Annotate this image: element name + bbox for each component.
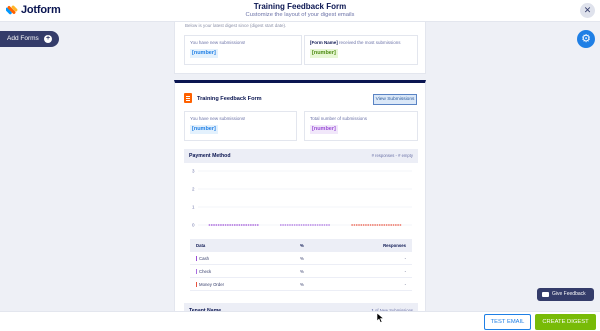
payment-method-header: Payment Method # responses - # empty [184,149,418,163]
form-title: Training Feedback Form [197,96,262,102]
chat-icon [542,292,549,297]
row-label: Cash [199,256,210,261]
digest-note: Below is your latest digest since (diges… [185,23,287,28]
column-data: Data [196,243,206,248]
row-label: Money Order [199,282,225,287]
form-name-token: [Form Name] [310,40,338,45]
payment-method-title: Payment Method [189,153,231,159]
most-submissions-label: [Form Name] received the most submission… [310,40,401,45]
row-responses: - [404,256,406,261]
number-chip: [number] [310,125,338,134]
number-chip: [number] [190,49,218,58]
new-submissions-card: You have new submissions! [number] [184,35,302,65]
row-responses: - [404,269,406,274]
close-icon: ✕ [583,5,592,15]
form-new-submissions-label: You have new submissions! [190,116,246,121]
table-row: Check % - [190,265,412,278]
give-feedback-button[interactable]: Give Feedback [537,288,594,301]
number-chip: [number] [190,125,218,134]
row-percent: % [300,282,304,287]
color-swatch [196,269,197,274]
settings-button[interactable]: ⚙ [577,30,595,48]
form-total-submissions-label: Total number of submissions [310,116,368,121]
page-title: Training Feedback Form [253,2,347,11]
row-percent: % [300,269,304,274]
digest-summary-panel: Below is your latest digest since (diges… [174,20,426,74]
color-swatch [196,256,197,261]
column-responses: Responses [383,243,406,248]
row-percent: % [300,256,304,261]
create-digest-button[interactable]: CREATE DIGEST [535,314,596,330]
y-tick-label: 0 [192,223,195,228]
most-submissions-card: [Form Name] received the most submission… [304,35,418,65]
footer-bar: TEST EMAIL CREATE DIGEST [0,311,600,331]
mouse-cursor-icon [377,313,384,323]
row-label: Check [199,269,212,274]
form-icon [184,93,192,103]
most-submissions-text: received the most submissions [337,40,401,45]
payment-method-meta: # responses - # empty [371,153,413,158]
table-row: Money Order % - [190,278,412,291]
color-swatch [196,282,197,287]
page-subtitle: Customize the layout of your digest emai… [245,12,355,18]
close-button[interactable]: ✕ [580,3,595,18]
view-submissions-button[interactable]: View Submissions [373,94,417,105]
add-forms-label: Add Forms [7,35,39,42]
top-bar: Jotform Training Feedback Form Customize… [0,0,600,22]
table-header: Data % Responses [190,239,412,252]
plus-icon: + [44,35,52,43]
new-submissions-label: You have new submissions! [190,40,246,45]
table-row: Cash % - [190,252,412,265]
y-tick-label: 3 [192,169,195,174]
give-feedback-label: Give Feedback [552,291,586,297]
form-total-submissions-card: Total number of submissions [number] [304,111,418,141]
form-new-submissions-card: You have new submissions! [number] [184,111,297,141]
test-email-button[interactable]: TEST EMAIL [484,314,531,330]
row-responses: - [404,282,406,287]
number-chip: [number] [310,49,338,58]
add-forms-button[interactable]: Add Forms + [0,31,59,47]
column-percent: % [300,243,304,248]
payment-method-chart: 0 1 2 3 [192,169,412,228]
y-tick-label: 1 [192,205,195,210]
gear-icon: ⚙ [581,33,591,45]
y-tick-label: 2 [192,187,195,192]
payment-method-table: Data % Responses Cash % - Check % - Mone… [190,239,412,291]
form-card: Training Feedback Form View Submissions … [174,80,426,320]
